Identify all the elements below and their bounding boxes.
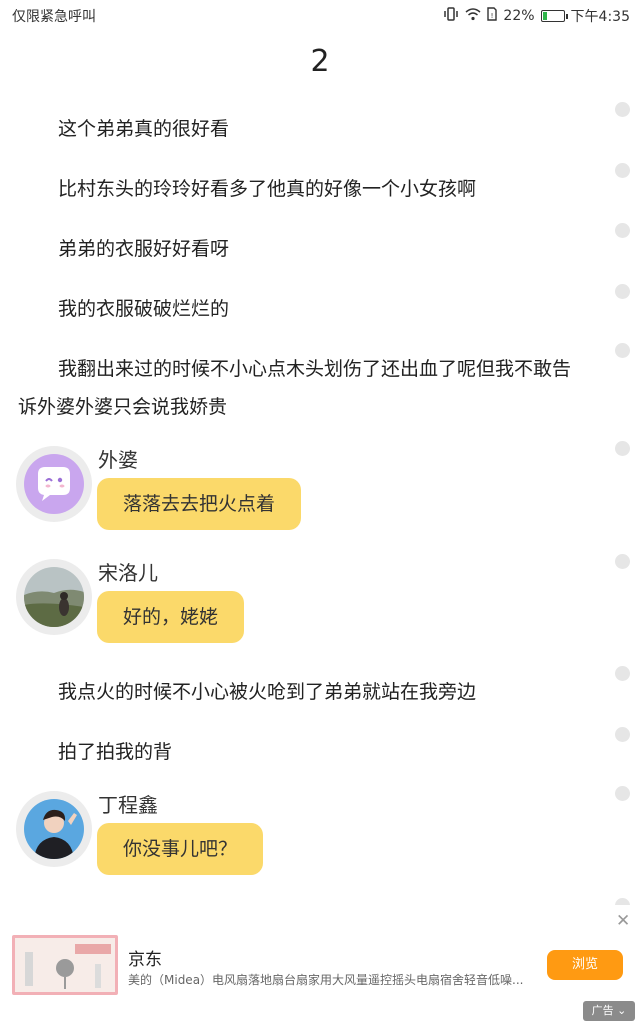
chat-bubble: 落落去去把火点着: [97, 478, 302, 530]
narration-text: 我的衣服破破烂烂的: [58, 298, 230, 320]
avatar-person-icon: [24, 799, 84, 859]
ad-brand: 京东: [128, 950, 162, 970]
browse-button[interactable]: 浏览: [547, 950, 623, 980]
side-dot: [615, 102, 630, 117]
narration-text: 这个弟弟真的很好看: [58, 118, 230, 140]
ad-description: 美的（Midea）电风扇落地扇台扇家用大风量遥控摇头电扇宿舍轻音低噪...: [128, 973, 524, 987]
svg-text:!: !: [491, 12, 494, 20]
narration-text: 拍了拍我的背: [58, 741, 173, 763]
battery-fill: [542, 12, 547, 20]
side-dot: [615, 727, 630, 742]
narration-text: 比村东头的玲玲好看多了他真的好像一个小女孩啊: [58, 178, 477, 200]
close-icon[interactable]: ✕: [616, 911, 630, 931]
avatar-cartoon-icon: [24, 454, 84, 514]
speaker-name: 宋洛儿: [98, 561, 158, 585]
avatar-photo-icon: [24, 567, 84, 627]
side-dot: [615, 343, 630, 358]
speaker-name: 丁程鑫: [98, 793, 158, 817]
chevron-down-icon: ⌄: [617, 1004, 627, 1017]
battery-percent: 22%: [503, 8, 535, 24]
avatar[interactable]: [16, 559, 92, 635]
wifi-icon: [465, 7, 481, 25]
avatar[interactable]: [16, 791, 92, 867]
ad-product-image[interactable]: [12, 935, 118, 995]
narration-text: 弟弟的衣服好好看呀: [58, 238, 230, 260]
side-dot: [615, 223, 630, 238]
side-dot: [615, 554, 630, 569]
chat-bubble: 你没事儿吧？: [97, 823, 264, 875]
narration-text: 我翻出来过的时候不小心点木头划伤了还出血了呢但我不敢告诉外婆外婆只会说我娇贵: [18, 358, 572, 418]
speaker-name: 外婆: [98, 448, 138, 472]
carrier-text: 仅限紧急呼叫: [12, 9, 96, 25]
side-dot: [615, 163, 630, 178]
status-icons: ! 22% 下午4:35: [443, 6, 630, 26]
chapter-number: 2: [310, 44, 330, 79]
clock: 下午4:35: [570, 9, 630, 25]
side-dot: [615, 441, 630, 456]
status-bar: 仅限紧急呼叫 ! 22% 下午4:35: [0, 0, 640, 30]
side-dot: [615, 666, 630, 681]
ad-banner[interactable]: ✕ 京东 美的（Midea）电风扇落地扇台扇家用大风量遥控摇头电扇宿舍轻音低噪.…: [0, 905, 640, 1024]
narration-text: 我点火的时候不小心被火呛到了弟弟就站在我旁边: [58, 681, 477, 703]
ad-tag[interactable]: 广告 ⌄: [583, 1001, 635, 1021]
chat-bubble: 好的，姥姥: [97, 591, 245, 643]
battery-icon: [540, 10, 568, 22]
avatar[interactable]: [16, 446, 92, 522]
side-dot: [615, 786, 630, 801]
side-dot: [615, 284, 630, 299]
ad-tag-label: 广告: [591, 1004, 614, 1017]
vibrate-icon: [443, 7, 459, 25]
sim-icon: !: [487, 7, 498, 25]
